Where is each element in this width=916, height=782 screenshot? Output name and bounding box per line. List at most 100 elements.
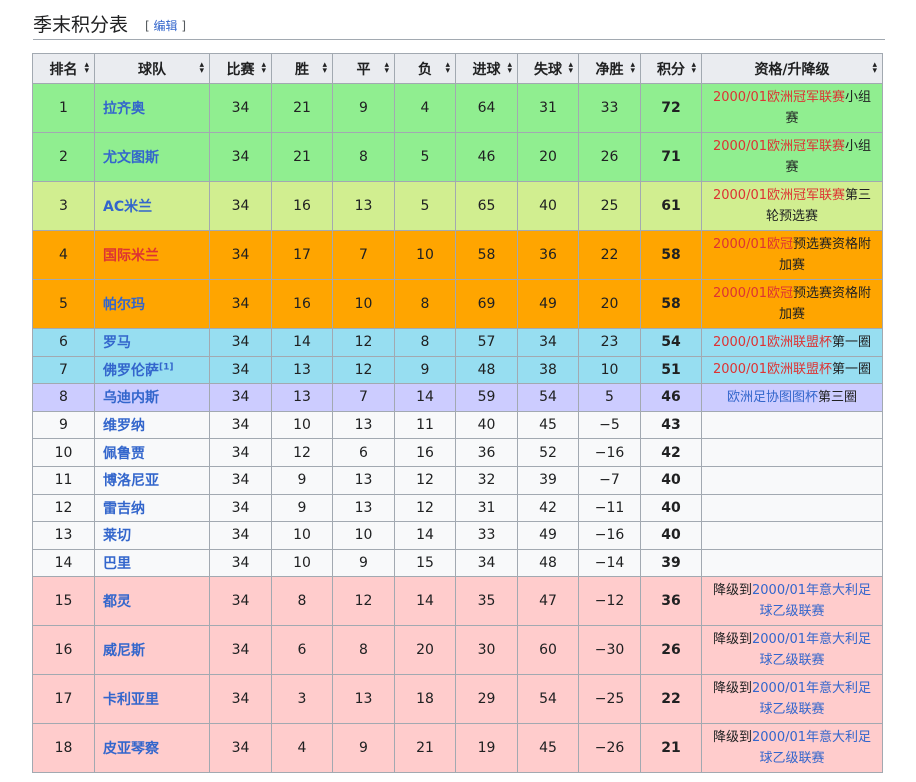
column-header-team[interactable]: 球队 ▴ ▾: [94, 53, 210, 84]
edit-link[interactable]: 编辑: [154, 19, 178, 33]
team-link[interactable]: AC米兰: [103, 199, 152, 215]
drawn-cell: 12: [332, 355, 395, 385]
played-cell: 34: [209, 279, 272, 329]
footnote-link[interactable]: [1]: [159, 362, 174, 372]
points-cell: 43: [640, 410, 702, 440]
sort-icon[interactable]: ▴ ▾: [322, 61, 327, 76]
points-cell: 46: [640, 383, 702, 412]
column-header-drawn[interactable]: 平 ▴ ▾: [332, 53, 395, 84]
column-header-label: 资格/升降级: [754, 61, 830, 78]
standings-table: 排名 ▴ ▾ 球队 ▴ ▾ 比赛 ▴ ▾ 胜 ▴ ▾ 平 ▴ ▾ 负 ▴ ▾ 进球 ▴ ▾ 失球 ▴ ▾ 净胜 ▴ ▾ 积分 ▴ ▾ 资格/…: [32, 53, 883, 774]
played-cell: 34: [209, 521, 272, 550]
points-cell: 40: [640, 465, 702, 495]
competition-link[interactable]: 2000/01欧冠: [713, 286, 793, 301]
rank-cell: 8: [32, 383, 95, 412]
sort-icon[interactable]: ▴ ▾: [872, 61, 877, 76]
team-link[interactable]: 卡利亚里: [103, 692, 159, 708]
team-link[interactable]: 莱切: [103, 528, 131, 544]
column-header-lost[interactable]: 负 ▴ ▾: [394, 53, 456, 84]
goals-for-cell: 19: [455, 723, 518, 774]
lost-cell: 9: [394, 355, 456, 385]
sort-icon[interactable]: ▴ ▾: [384, 61, 389, 76]
team-link[interactable]: 巴里: [103, 556, 131, 572]
points-cell: 39: [640, 548, 702, 578]
table-row: 6 罗马 34 14 12 8 57 34 23 54 2000/01欧洲联盟杯第一圈: [32, 328, 883, 357]
team-link[interactable]: 皮亚琴察: [103, 741, 159, 757]
column-header-qualification[interactable]: 资格/升降级 ▴ ▾: [701, 53, 883, 84]
sort-icon[interactable]: ▴ ▾: [261, 61, 266, 76]
column-header-goals-for[interactable]: 进球 ▴ ▾: [455, 53, 518, 84]
sort-icon[interactable]: ▴ ▾: [445, 61, 450, 76]
team-cell: 雷吉纳: [94, 493, 210, 523]
goal-difference-cell: 5: [578, 383, 641, 412]
team-link[interactable]: 都灵: [103, 594, 131, 610]
sort-icon[interactable]: ▴ ▾: [84, 61, 89, 76]
team-cell: 巴里: [94, 548, 210, 578]
won-cell: 14: [271, 328, 333, 357]
column-header-played[interactable]: 比赛 ▴ ▾: [209, 53, 272, 84]
team-link[interactable]: 帕尔玛: [103, 297, 145, 313]
played-cell: 34: [209, 355, 272, 385]
goals-against-cell: 54: [517, 674, 579, 725]
qualification-cell: 欧洲足协图图杯第三圈: [701, 383, 883, 412]
team-link[interactable]: 乌迪内斯: [103, 390, 159, 406]
team-link[interactable]: 维罗纳: [103, 418, 145, 434]
table-row: 18 皮亚琴察 34 4 9 21 19 45 −26 21 降级到2000/01年意大利足球乙级联…: [32, 723, 883, 774]
drawn-cell: 10: [332, 521, 395, 550]
competition-link[interactable]: 2000/01欧洲冠军联赛: [713, 188, 845, 203]
competition-link[interactable]: 欧洲足协图图杯: [727, 390, 818, 405]
team-link[interactable]: 国际米兰: [103, 248, 159, 264]
team-link[interactable]: 博洛尼亚: [103, 473, 159, 489]
competition-link[interactable]: 2000/01年意大利足球乙级联赛: [752, 632, 871, 668]
column-header-goal-difference[interactable]: 净胜 ▴ ▾: [578, 53, 641, 84]
competition-link[interactable]: 2000/01欧洲联盟杯: [713, 362, 832, 377]
column-header-points[interactable]: 积分 ▴ ▾: [640, 53, 702, 84]
team-link[interactable]: 雷吉纳: [103, 501, 145, 517]
goal-difference-cell: 22: [578, 230, 641, 280]
goals-against-cell: 49: [517, 521, 579, 550]
column-header-goals-against[interactable]: 失球 ▴ ▾: [517, 53, 579, 84]
won-cell: 10: [271, 410, 333, 440]
footnote-ref[interactable]: [1]: [159, 362, 174, 372]
won-cell: 9: [271, 465, 333, 495]
sort-icon[interactable]: ▴ ▾: [691, 61, 696, 76]
team-cell: 罗马: [94, 328, 210, 357]
goals-against-cell: 45: [517, 723, 579, 774]
column-header-label: 净胜: [595, 61, 624, 78]
competition-link[interactable]: 2000/01年意大利足球乙级联赛: [752, 730, 871, 766]
column-header-label: 排名: [49, 61, 78, 78]
competition-link[interactable]: 2000/01欧洲冠军联赛: [713, 139, 845, 154]
competition-link[interactable]: 2000/01年意大利足球乙级联赛: [752, 583, 871, 619]
qualification-cell: 降级到2000/01年意大利足球乙级联赛: [701, 576, 883, 627]
team-link[interactable]: 尤文图斯: [103, 150, 159, 166]
sort-icon[interactable]: ▴ ▾: [507, 61, 512, 76]
qualification-cell: 2000/01欧冠预选赛资格附加赛: [701, 230, 883, 280]
goal-difference-cell: 10: [578, 355, 641, 385]
won-cell: 10: [271, 548, 333, 578]
column-header-won[interactable]: 胜 ▴ ▾: [271, 53, 333, 84]
lost-cell: 14: [394, 383, 456, 412]
goals-for-cell: 64: [455, 83, 518, 133]
sort-icon[interactable]: ▴ ▾: [630, 61, 635, 76]
competition-link[interactable]: 2000/01欧洲冠军联赛: [713, 90, 845, 105]
team-link[interactable]: 佛罗伦萨: [103, 363, 159, 379]
drawn-cell: 9: [332, 723, 395, 774]
sort-icon[interactable]: ▴ ▾: [568, 61, 573, 76]
lost-cell: 21: [394, 723, 456, 774]
team-link[interactable]: 罗马: [103, 335, 131, 351]
lost-cell: 20: [394, 625, 456, 676]
competition-link[interactable]: 2000/01欧洲联盟杯: [713, 335, 832, 350]
sort-icon[interactable]: ▴ ▾: [199, 61, 204, 76]
column-header-rank[interactable]: 排名 ▴ ▾: [32, 53, 95, 84]
won-cell: 4: [271, 723, 333, 774]
goals-for-cell: 46: [455, 132, 518, 182]
team-link[interactable]: 拉齐奥: [103, 101, 145, 117]
won-cell: 3: [271, 674, 333, 725]
team-link[interactable]: 威尼斯: [103, 643, 145, 659]
points-cell: 71: [640, 132, 702, 182]
team-cell: 莱切: [94, 521, 210, 550]
points-cell: 26: [640, 625, 702, 676]
competition-link[interactable]: 2000/01年意大利足球乙级联赛: [752, 681, 871, 717]
competition-link[interactable]: 2000/01欧冠: [713, 237, 793, 252]
team-link[interactable]: 佩鲁贾: [103, 446, 145, 462]
